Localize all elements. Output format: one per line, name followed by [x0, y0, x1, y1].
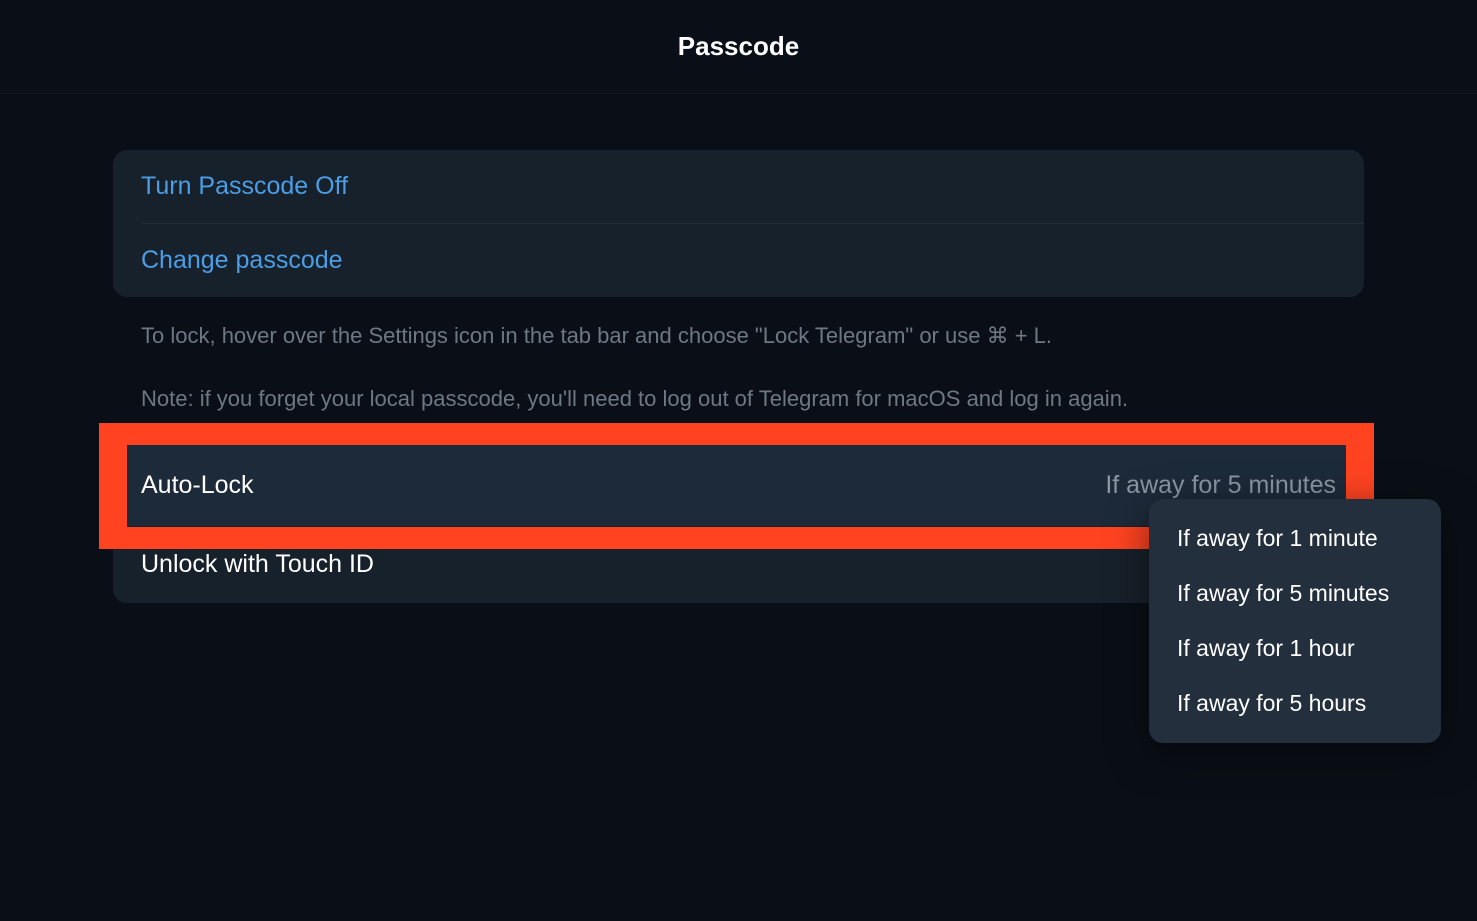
turn-passcode-off-button[interactable]: Turn Passcode Off: [113, 150, 1364, 223]
autolock-option-1min[interactable]: If away for 1 minute: [1149, 511, 1441, 566]
unlock-touchid-label: Unlock with Touch ID: [141, 550, 374, 578]
help-text-line1: To lock, hover over the Settings icon in…: [141, 319, 1336, 352]
autolock-option-1hr[interactable]: If away for 1 hour: [1149, 621, 1441, 676]
change-passcode-button[interactable]: Change passcode: [113, 224, 1364, 297]
autolock-dropdown: If away for 1 minute If away for 5 minut…: [1149, 499, 1441, 743]
content-area: Turn Passcode Off Change passcode To loc…: [0, 94, 1477, 603]
autolock-option-5hr[interactable]: If away for 5 hours: [1149, 676, 1441, 731]
autolock-option-5min[interactable]: If away for 5 minutes: [1149, 566, 1441, 621]
help-text: To lock, hover over the Settings icon in…: [113, 319, 1364, 415]
help-text-line2: Note: if you forget your local passcode,…: [141, 382, 1336, 415]
autolock-label: Auto-Lock: [141, 471, 254, 500]
autolock-value: If away for 5 minutes: [1105, 471, 1336, 500]
header: Passcode: [0, 0, 1477, 94]
change-passcode-label: Change passcode: [141, 246, 343, 275]
page-title: Passcode: [678, 31, 799, 62]
passcode-actions-group: Turn Passcode Off Change passcode: [113, 150, 1364, 297]
turn-passcode-off-label: Turn Passcode Off: [141, 172, 348, 201]
